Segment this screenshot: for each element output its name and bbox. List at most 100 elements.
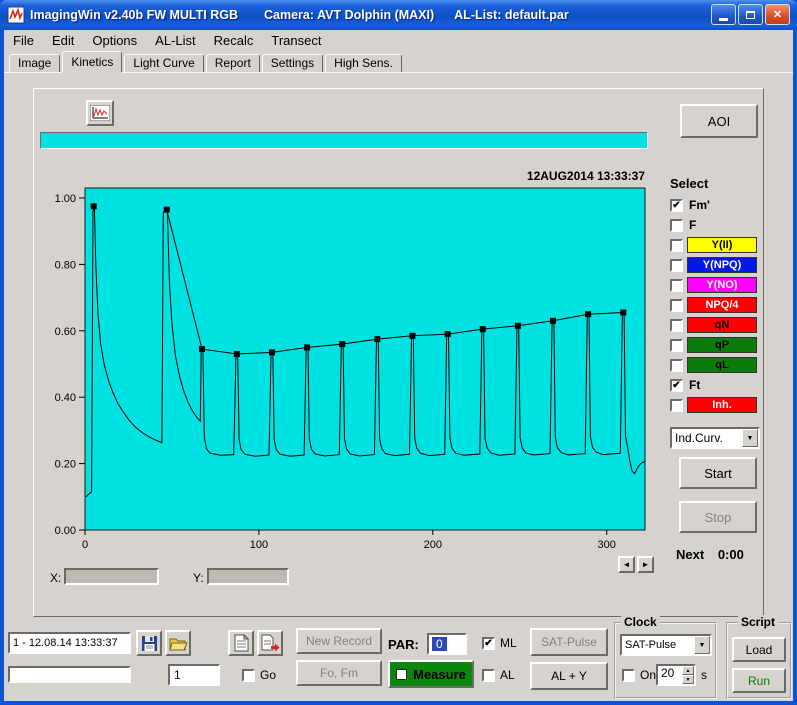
script-run-button[interactable]: Run <box>732 668 786 693</box>
select-checkbox-qp[interactable] <box>670 338 683 352</box>
go-label: Go <box>260 668 277 682</box>
record-selector-input[interactable]: 1 - 12.08.14 13:33:37 <box>8 632 131 654</box>
prev-record-button[interactable]: ◄ <box>618 556 635 573</box>
export-button[interactable] <box>257 630 283 656</box>
clock-chevron-down-icon[interactable]: ▼ <box>694 636 710 654</box>
select-row-ql: qL <box>670 355 764 375</box>
select-checkbox-inh[interactable] <box>670 398 683 412</box>
chevron-down-icon[interactable]: ▼ <box>742 429 758 447</box>
par-value: 0 <box>432 637 447 651</box>
select-checkbox-ft[interactable]: ✔ <box>670 378 683 392</box>
go-checkbox[interactable] <box>242 668 255 682</box>
clock-on-row: On <box>622 668 656 682</box>
select-checkbox-y-npq[interactable] <box>670 258 683 272</box>
close-button[interactable]: ✕ <box>765 4 790 25</box>
fm-prime-marker <box>163 206 170 213</box>
clock-interval-spinner[interactable]: 20 ▲ ▼ <box>656 664 696 686</box>
ml-label: ML <box>500 636 517 650</box>
window-title: ImagingWin v2.40b FW MULTI RGB <box>30 8 238 22</box>
tab-high-sens[interactable]: High Sens. <box>325 54 402 72</box>
svg-text:0: 0 <box>82 539 88 551</box>
record-scrollbar[interactable] <box>8 666 131 683</box>
tab-report[interactable]: Report <box>205 54 260 72</box>
select-row-ft: ✔ Ft <box>670 375 764 395</box>
select-chip-fm: Fm' <box>689 198 710 212</box>
select-checkbox-qn[interactable] <box>670 318 683 332</box>
fm-prime-marker <box>550 317 556 324</box>
tab-image[interactable]: Image <box>9 54 61 72</box>
mini-chart-icon <box>90 105 110 121</box>
start-button[interactable]: Start <box>679 457 757 489</box>
curve-mode-dropdown[interactable]: Ind.Curv. ▼ <box>670 427 760 449</box>
menu-al-list[interactable]: AL-List <box>146 30 204 51</box>
svg-text:0.80: 0.80 <box>55 259 76 271</box>
measure-button[interactable]: Measure <box>388 660 474 688</box>
select-row-y-no: Y(NO) <box>670 275 764 295</box>
select-checkbox-npq-4[interactable] <box>670 298 683 312</box>
fm-prime-marker <box>585 311 592 318</box>
clock-on-checkbox[interactable] <box>622 668 635 682</box>
svg-text:0.40: 0.40 <box>55 392 76 404</box>
menu-file[interactable]: File <box>4 30 43 51</box>
x-coordinate-readout <box>64 568 159 585</box>
select-checkbox-fm[interactable]: ✔ <box>670 198 683 212</box>
kinetics-chart: 0.00 0.20 0.40 0.60 0.80 1.00 0 100 200 300 12AUG2… <box>55 169 646 551</box>
menu-edit[interactable]: Edit <box>43 30 83 51</box>
tab-kinetics[interactable]: Kinetics <box>62 51 123 72</box>
minimize-button[interactable] <box>711 4 736 25</box>
record-number-input[interactable]: 1 <box>168 664 220 686</box>
svg-text:1.00: 1.00 <box>55 193 76 205</box>
select-checkbox-y-no[interactable] <box>670 278 683 292</box>
al-plus-y-button[interactable]: AL + Y <box>530 662 608 690</box>
select-checkbox-f[interactable] <box>670 218 683 232</box>
maximize-icon <box>746 10 755 19</box>
title-bar[interactable]: ImagingWin v2.40b FW MULTI RGB Camera: A… <box>0 0 797 30</box>
open-record-button[interactable] <box>165 630 191 656</box>
curve-mode-value: Ind.Curv. <box>675 431 723 445</box>
maximize-button[interactable] <box>738 4 763 25</box>
ml-checkbox[interactable]: ✔ <box>482 636 495 650</box>
fm-prime-marker <box>199 346 206 353</box>
spinner-down-icon[interactable]: ▼ <box>682 675 694 684</box>
measurement-progress-bar <box>40 132 648 149</box>
clock-on-label: On <box>640 668 657 682</box>
fm-prime-marker <box>514 322 521 329</box>
al-checkbox[interactable] <box>482 668 495 682</box>
minimize-icon <box>719 17 728 21</box>
par-input[interactable]: 0 <box>427 633 467 655</box>
select-chip-qp: qP <box>687 337 757 353</box>
select-chip-y-ii: Y(II) <box>687 237 757 253</box>
select-chip-qn: qN <box>687 317 757 333</box>
script-group-label: Script <box>738 615 779 629</box>
measure-label: Measure <box>413 666 466 682</box>
window-al-list: AL-List: default.par <box>454 8 569 22</box>
select-row-y-npq: Y(NPQ) <box>670 255 764 275</box>
script-load-button[interactable]: Load <box>732 637 786 662</box>
fm-prime-marker <box>339 341 346 348</box>
stop-button[interactable]: Stop <box>679 501 757 533</box>
fm-prime-marker <box>90 203 97 210</box>
select-checkbox-y-ii[interactable] <box>670 238 683 252</box>
select-row-inh: Inh. <box>670 395 764 415</box>
aoi-button[interactable]: AOI <box>680 104 758 138</box>
next-pulse-countdown: Next 0:00 <box>676 547 744 562</box>
sat-pulse-button[interactable]: SAT-Pulse <box>530 628 608 656</box>
report-button[interactable] <box>228 630 254 656</box>
select-checkbox-ql[interactable] <box>670 358 683 372</box>
svg-text:0.00: 0.00 <box>55 525 76 537</box>
tab-settings[interactable]: Settings <box>261 54 324 72</box>
tab-light-curve[interactable]: Light Curve <box>124 54 204 72</box>
select-row-fm: ✔ Fm' <box>670 195 764 215</box>
fo-fm-button[interactable]: Fo, Fm <box>296 660 382 686</box>
kinetics-chart-icon-button[interactable] <box>86 100 114 126</box>
menu-transect[interactable]: Transect <box>262 30 330 51</box>
next-record-button[interactable]: ► <box>637 556 654 573</box>
save-button[interactable] <box>136 630 162 656</box>
clock-mode-dropdown[interactable]: SAT-Pulse ▼ <box>620 634 712 656</box>
select-row-f: F <box>670 215 764 235</box>
menu-recalc[interactable]: Recalc <box>205 30 263 51</box>
spinner-up-icon[interactable]: ▲ <box>682 666 694 675</box>
menu-options[interactable]: Options <box>83 30 146 51</box>
next-label: Next <box>676 547 705 562</box>
new-record-button[interactable]: New Record <box>296 628 382 654</box>
